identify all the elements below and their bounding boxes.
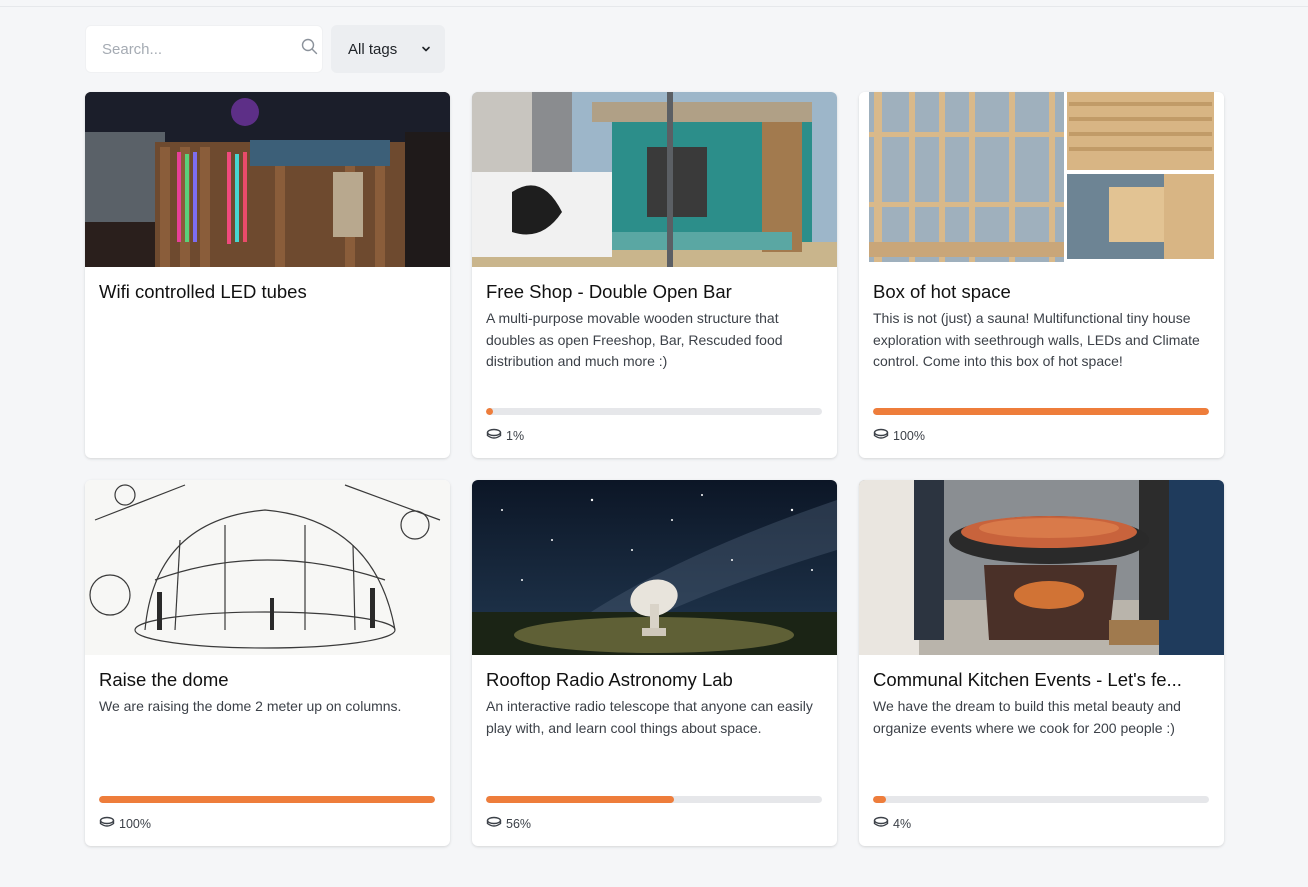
- progress-fill: [486, 796, 675, 803]
- project-image: [859, 92, 1224, 267]
- funding-percentage-value: 56%: [506, 816, 532, 831]
- project-title: Free Shop - Double Open Bar: [486, 281, 732, 302]
- project-title: Raise the dome: [99, 669, 229, 690]
- project-description: An interactive radio telescope that anyo…: [486, 698, 813, 736]
- search-input[interactable]: [102, 40, 301, 58]
- funding-percentage: 4%: [873, 816, 911, 831]
- project-description: This is not (just) a sauna! Multifunctio…: [873, 310, 1200, 369]
- funding-percentage-value: 4%: [893, 816, 912, 831]
- top-divider: [0, 0, 1308, 7]
- project-description: A multi-purpose movable wooden structure…: [486, 310, 783, 369]
- funding-percentage: 100%: [99, 816, 151, 831]
- funding-progress-bar: [486, 796, 822, 803]
- funding-percentage: 1%: [486, 428, 524, 443]
- coin-icon: [873, 816, 889, 831]
- coin-icon: [486, 428, 502, 443]
- chevron-down-icon: [421, 41, 431, 58]
- coin-icon: [99, 816, 115, 831]
- progress-fill: [99, 796, 435, 803]
- project-image: [472, 480, 837, 655]
- project-card[interactable]: Box of hot space This is not (just) a sa…: [859, 92, 1224, 458]
- funding-progress-bar: [99, 796, 435, 803]
- funding-progress-bar: [873, 408, 1209, 415]
- coin-icon: [486, 816, 502, 831]
- project-image: [85, 92, 450, 267]
- project-card[interactable]: Rooftop Radio Astronomy Lab An interacti…: [472, 480, 837, 846]
- funding-percentage-value: 100%: [893, 428, 925, 443]
- project-card[interactable]: Wifi controlled LED tubes: [85, 92, 450, 458]
- project-image: [472, 92, 837, 267]
- search-icon[interactable]: [301, 38, 318, 60]
- tag-filter-select[interactable]: All tags: [331, 25, 445, 73]
- tag-filter-value: All tags: [348, 40, 398, 58]
- project-title: Rooftop Radio Astronomy Lab: [486, 669, 733, 690]
- project-description: We have the dream to build this metal be…: [873, 698, 1181, 736]
- search-box: [85, 25, 323, 73]
- project-card[interactable]: Raise the dome We are raising the dome 2…: [85, 480, 450, 846]
- project-card[interactable]: Free Shop - Double Open Bar A multi-purp…: [472, 92, 837, 458]
- project-title: Communal Kitchen Events - Let's fe...: [873, 669, 1182, 690]
- funding-progress-bar: [873, 796, 1209, 803]
- project-grid: Wifi controlled LED tubes Free Shop - Do…: [85, 92, 1224, 846]
- funding-percentage-value: 1%: [506, 428, 525, 443]
- progress-fill: [486, 408, 493, 415]
- project-title: Wifi controlled LED tubes: [99, 281, 307, 302]
- project-description: We are raising the dome 2 meter up on co…: [99, 698, 402, 714]
- funding-percentage: 100%: [873, 428, 925, 443]
- funding-percentage: 56%: [486, 816, 531, 831]
- funding-percentage-value: 100%: [119, 816, 151, 831]
- funding-progress-bar: [486, 408, 822, 415]
- filter-toolbar: All tags: [85, 25, 445, 73]
- coin-icon: [873, 428, 889, 443]
- project-card[interactable]: Communal Kitchen Events - Let's fe... We…: [859, 480, 1224, 846]
- progress-fill: [873, 796, 887, 803]
- progress-fill: [873, 408, 1209, 415]
- project-image: [85, 480, 450, 655]
- project-title: Box of hot space: [873, 281, 1011, 302]
- project-image: [859, 480, 1224, 655]
